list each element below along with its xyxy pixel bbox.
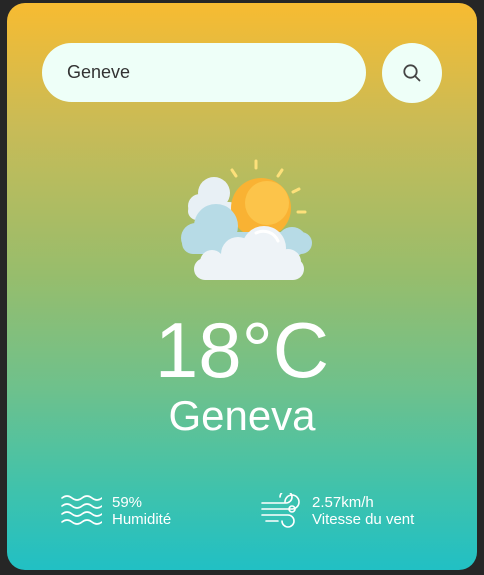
- temperature: 18°C: [154, 306, 330, 394]
- search-icon: [403, 64, 421, 82]
- partly-cloudy-sun-icon: [181, 159, 312, 280]
- search-button[interactable]: [382, 43, 442, 103]
- wind-icon: [261, 493, 300, 528]
- city-name: Geneva: [168, 392, 316, 439]
- humidity-label: Humidité: [112, 511, 172, 528]
- humidity-detail: 59% Humidité: [60, 493, 171, 529]
- humidity-waves-icon: [61, 495, 102, 525]
- humidity-value: 59%: [112, 494, 143, 511]
- wind-label: Vitesse du vent: [312, 511, 415, 528]
- weather-card: 18°C Geneva 59% Humidité: [7, 3, 477, 570]
- search-box[interactable]: [42, 43, 366, 102]
- wind-detail: 2.57km/h Vitesse du vent: [260, 493, 414, 529]
- wind-value: 2.57km/h: [312, 494, 374, 511]
- search-input[interactable]: [42, 43, 366, 102]
